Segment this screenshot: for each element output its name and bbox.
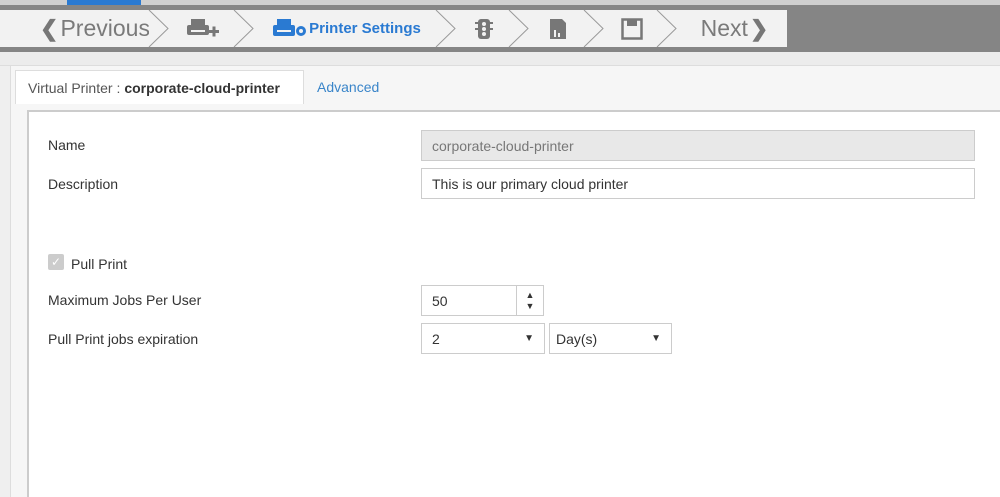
step-separator-icon	[583, 10, 604, 47]
name-label: Name	[48, 137, 86, 153]
chevron-left-icon: ❮	[40, 15, 59, 41]
wizard-steps: ❮ Previous Printer Settings Next ❯	[0, 10, 787, 47]
step-separator-icon	[233, 10, 254, 47]
step-add-printer[interactable]	[160, 10, 254, 47]
save-icon	[620, 17, 643, 40]
traffic-light-icon	[474, 18, 493, 39]
tab-virtual-printer[interactable]: Virtual Printer : corporate-cloud-printer	[15, 70, 304, 104]
name-field: corporate-cloud-printer	[421, 130, 975, 161]
step-separator-icon	[508, 10, 529, 47]
report-icon	[549, 18, 566, 39]
expiration-value-select[interactable]: 2 ▼	[421, 323, 545, 354]
step-separator-icon	[148, 10, 169, 47]
step-separator-icon	[656, 10, 677, 47]
description-label: Description	[48, 176, 119, 192]
settings-form: Name corporate-cloud-printer Description…	[27, 110, 1000, 497]
max-jobs-label: Maximum Jobs Per User	[48, 292, 202, 308]
max-jobs-stepper[interactable]: ▲ ▼	[516, 285, 544, 316]
tab-advanced[interactable]: Advanced	[317, 70, 379, 104]
expiration-unit-select[interactable]: Day(s) ▼	[549, 323, 672, 354]
step-printer-settings[interactable]: Printer Settings	[245, 10, 456, 47]
expiration-unit: Day(s)	[556, 330, 598, 347]
wizard-bar: ❮ Previous Printer Settings Next ❯	[0, 5, 1000, 52]
printer-add-icon	[186, 18, 219, 36]
max-jobs-input[interactable]: 50	[421, 285, 517, 316]
spacer	[0, 52, 1000, 66]
previous-button[interactable]: ❮ Previous	[0, 10, 169, 47]
step-traffic[interactable]	[447, 10, 529, 47]
step-separator-icon	[435, 10, 456, 47]
step-report[interactable]	[520, 10, 604, 47]
dropdown-arrow-icon: ▼	[651, 333, 661, 344]
next-button[interactable]: Next ❯	[668, 10, 787, 47]
expiration-label: Pull Print jobs expiration	[48, 331, 199, 347]
previous-label: Previous	[60, 15, 150, 41]
step-save[interactable]	[595, 10, 677, 47]
printer-settings-label: Printer Settings	[309, 20, 421, 37]
description-field[interactable]: This is our primary cloud printer	[421, 168, 975, 199]
tab-printer-name: corporate-cloud-printer	[124, 79, 280, 96]
tab-prefix: Virtual Printer :	[28, 79, 121, 96]
pull-print-checkbox[interactable]: ✓	[48, 254, 64, 270]
pull-print-label: Pull Print	[71, 256, 128, 272]
chevron-right-icon: ❯	[749, 15, 769, 41]
dropdown-arrow-icon: ▼	[524, 333, 534, 344]
expiration-value: 2	[432, 330, 440, 347]
printer-settings-icon	[273, 18, 307, 36]
next-label: Next	[700, 15, 748, 41]
stepper-up-icon[interactable]: ▲	[526, 290, 535, 301]
stepper-down-icon[interactable]: ▼	[526, 301, 535, 312]
